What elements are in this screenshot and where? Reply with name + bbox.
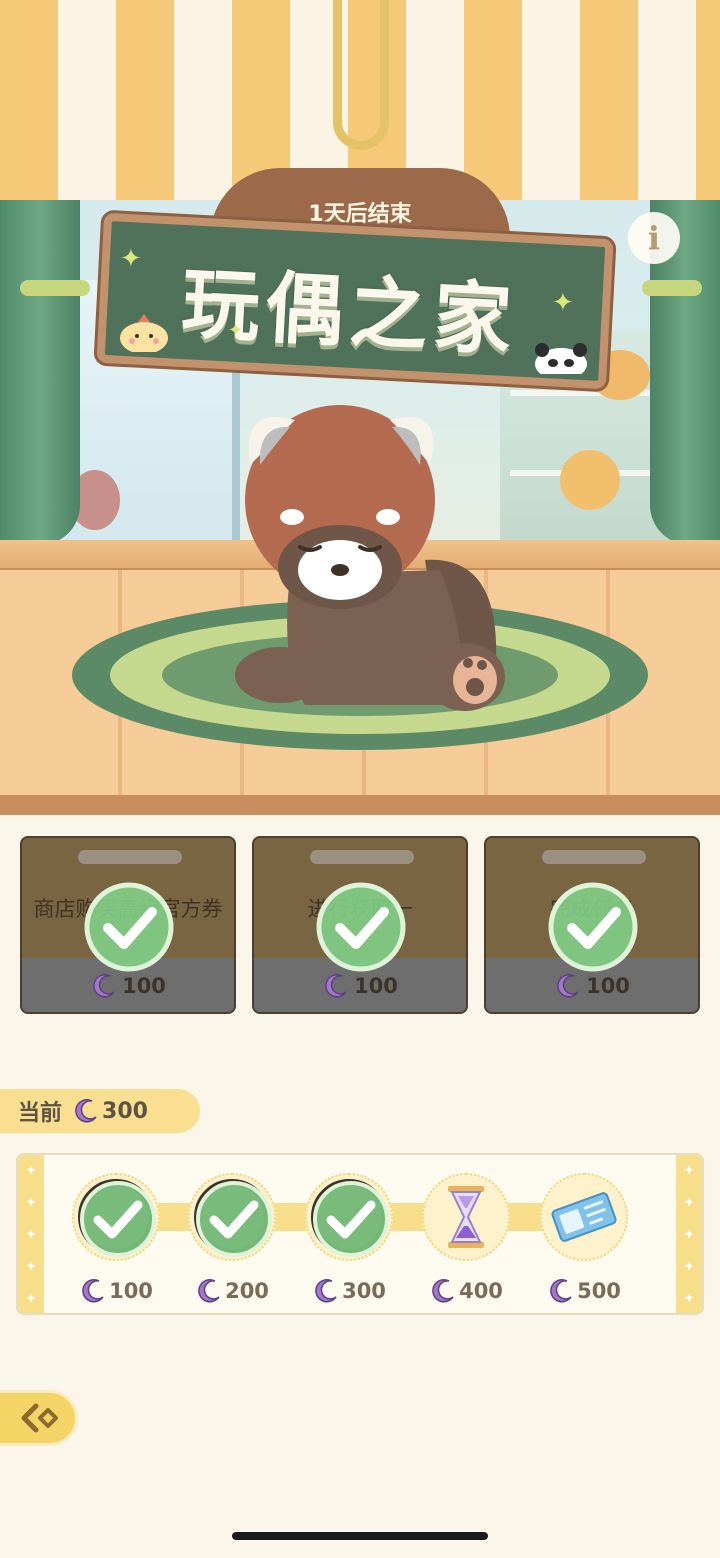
task-card-tab <box>542 850 646 864</box>
red-panda-plush <box>235 405 505 711</box>
milestone-label: 500 <box>534 1277 634 1305</box>
ticket-icon <box>551 1192 617 1242</box>
sparkle-icon: ✦ <box>120 244 142 274</box>
info-button[interactable]: i <box>628 212 680 264</box>
milestone-reward-400[interactable] <box>422 1173 510 1261</box>
task-reward: 100 <box>486 972 698 1000</box>
completed-check-icon <box>316 882 406 972</box>
hourglass-icon <box>448 1186 484 1248</box>
milestone-value: 300 <box>342 1279 386 1303</box>
task-list: 商店购买高级官方券 100 进行获取一 100 完成任务 <box>20 836 700 1014</box>
moon-currency-icon <box>550 1279 572 1303</box>
task-reward: 100 <box>254 972 466 1000</box>
moon-currency-icon <box>325 974 347 998</box>
task-card[interactable]: 进行获取一 100 <box>252 836 468 1014</box>
home-indicator[interactable] <box>232 1532 488 1540</box>
task-reward-value: 100 <box>586 974 630 998</box>
sparkle-icon: ✦ <box>228 320 244 341</box>
panda-icon <box>535 343 587 374</box>
moon-currency-icon <box>93 974 115 998</box>
task-card-tab <box>310 850 414 864</box>
milestone-label: 100 <box>66 1277 166 1305</box>
chick-icon <box>120 314 168 352</box>
back-button[interactable] <box>0 1390 78 1446</box>
sign-rope <box>333 0 389 150</box>
track-edge-left: ✦ ✦ ✦ ✦ ✦ <box>18 1155 44 1313</box>
claimed-check-icon <box>196 1181 272 1257</box>
current-label: 当前 <box>18 1101 63 1126</box>
milestone-reward-300[interactable] <box>305 1173 393 1261</box>
moon-currency-icon <box>557 974 579 998</box>
track-edge-right: ✦ ✦ ✦ ✦ ✦ <box>676 1155 702 1313</box>
task-card[interactable]: 商店购买高级官方券 100 <box>20 836 236 1014</box>
event-scene: 1天后结束 玩偶之家 ✦ ✦ ✦ i <box>0 0 720 815</box>
moon-currency-icon <box>432 1279 454 1303</box>
current-value-group: 300 <box>72 1097 148 1125</box>
moon-currency-icon <box>75 1099 97 1123</box>
milestone-track: ✦ ✦ ✦ ✦ ✦ ✦ ✦ ✦ ✦ ✦ 100 200 300 400 500 <box>16 1153 704 1315</box>
task-card[interactable]: 完成任务 100 <box>484 836 700 1014</box>
current-points-badge: 当前 300 <box>0 1089 200 1133</box>
milestone-value: 500 <box>577 1279 621 1303</box>
sparkle-icon: ✦ <box>552 288 574 318</box>
task-card-tab <box>78 850 182 864</box>
milestone-value: 200 <box>225 1279 269 1303</box>
milestone-label: 400 <box>416 1277 516 1305</box>
milestone-value: 100 <box>109 1279 153 1303</box>
milestone-label: 300 <box>299 1277 399 1305</box>
curtain-tie <box>20 280 90 296</box>
task-reward: 100 <box>22 972 234 1000</box>
floor-edge <box>0 795 720 815</box>
milestone-reward-500[interactable] <box>540 1173 628 1261</box>
milestone-reward-200[interactable] <box>188 1173 276 1261</box>
curtain-left <box>0 185 80 545</box>
task-reward-value: 100 <box>122 974 166 998</box>
completed-check-icon <box>548 882 638 972</box>
background-toy <box>560 450 620 510</box>
milestone-label: 200 <box>182 1277 282 1305</box>
task-reward-value: 100 <box>354 974 398 998</box>
completed-check-icon <box>84 882 174 972</box>
claimed-check-icon <box>313 1181 389 1257</box>
claimed-check-icon <box>80 1181 156 1257</box>
back-arrow-icon <box>21 1403 58 1433</box>
moon-currency-icon <box>198 1279 220 1303</box>
moon-currency-icon <box>315 1279 337 1303</box>
moon-currency-icon <box>82 1279 104 1303</box>
event-title: 玩偶之家 <box>179 259 520 367</box>
curtain-tie <box>642 280 702 296</box>
current-value: 300 <box>102 1098 148 1124</box>
milestone-value: 400 <box>459 1279 503 1303</box>
milestone-reward-100[interactable] <box>72 1173 160 1261</box>
